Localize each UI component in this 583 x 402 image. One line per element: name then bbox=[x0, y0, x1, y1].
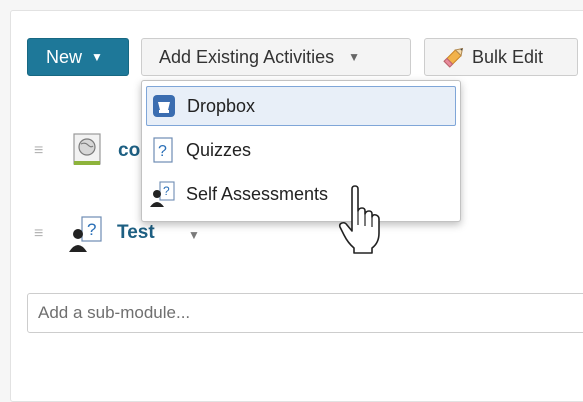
bulk-edit-button[interactable]: Bulk Edit bbox=[424, 38, 578, 76]
module-title[interactable]: co bbox=[118, 140, 140, 162]
menu-item-self-assessments[interactable]: ? Self Assessments bbox=[146, 174, 456, 214]
add-existing-activities-button[interactable]: Add Existing Activities ▼ bbox=[141, 38, 411, 76]
drag-handle-icon[interactable]: ≡ bbox=[34, 226, 43, 242]
chevron-down-icon: ▼ bbox=[91, 50, 103, 64]
hand-cursor-icon bbox=[338, 185, 380, 254]
web-page-icon bbox=[73, 133, 101, 165]
menu-item-dropbox[interactable]: Dropbox bbox=[146, 86, 456, 126]
sub-module-input[interactable] bbox=[27, 293, 583, 333]
drag-handle-icon[interactable]: ≡ bbox=[34, 143, 43, 159]
dropbox-icon bbox=[149, 94, 179, 118]
svg-text:?: ? bbox=[87, 220, 96, 239]
svg-text:?: ? bbox=[158, 143, 167, 160]
self-assessment-icon: ? bbox=[148, 180, 178, 208]
chevron-down-icon[interactable]: ▼ bbox=[188, 228, 200, 242]
chevron-down-icon: ▼ bbox=[348, 50, 360, 64]
svg-text:?: ? bbox=[163, 184, 170, 198]
menu-item-label: Self Assessments bbox=[186, 183, 329, 204]
new-button-label: New bbox=[46, 46, 83, 67]
pencil-icon bbox=[443, 47, 464, 68]
menu-item-quizzes[interactable]: ? Quizzes bbox=[146, 130, 456, 170]
quiz-icon: ? bbox=[148, 137, 178, 163]
new-button[interactable]: New ▼ bbox=[27, 38, 129, 76]
self-assessment-icon: ? bbox=[69, 216, 102, 252]
bulk-edit-label: Bulk Edit bbox=[472, 46, 544, 67]
add-existing-activities-label: Add Existing Activities bbox=[159, 46, 335, 67]
add-existing-activities-menu: Dropbox ? Quizzes ? Self Assessments bbox=[141, 80, 461, 222]
module-title[interactable]: Test bbox=[117, 222, 155, 244]
menu-item-label: Dropbox bbox=[187, 95, 256, 116]
menu-item-label: Quizzes bbox=[186, 139, 252, 160]
